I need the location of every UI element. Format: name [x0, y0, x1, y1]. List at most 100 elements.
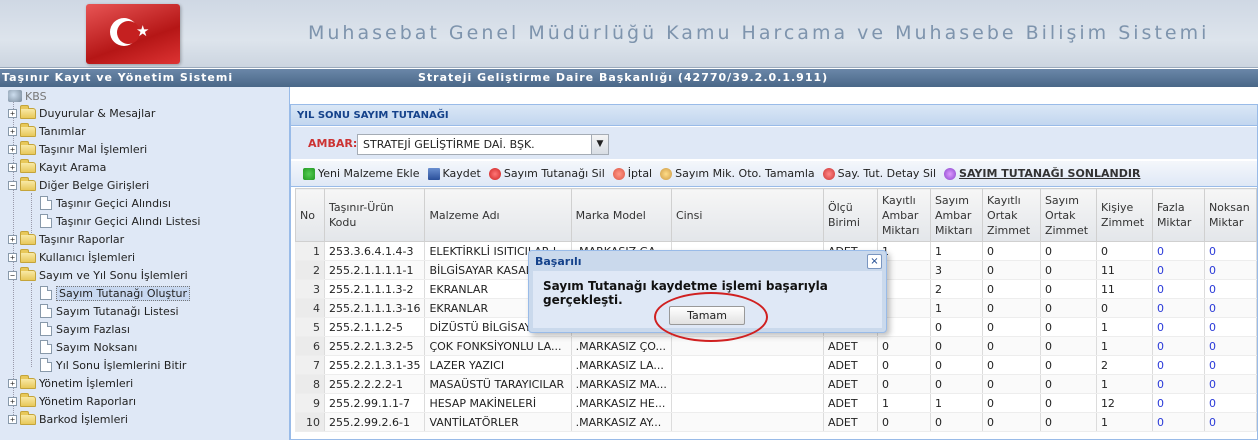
sidebar-item-reports[interactable]: + Taşınır Raporlar [8, 230, 124, 248]
sidebar-item-user-ops[interactable]: + Kullanıcı İşlemleri [8, 248, 135, 266]
table-cell: .MARKASIZ ÇO... [570, 336, 672, 356]
sidebar-item-label: Duyurular & Mesajlar [39, 106, 156, 120]
expand-icon[interactable]: + [8, 144, 17, 154]
sidebar-item-label: Kullanıcı İşlemleri [39, 250, 136, 264]
sidebar-item-movable-goods[interactable]: + Taşınır Mal İşlemleri [8, 140, 147, 158]
folder-open-icon [20, 176, 36, 191]
app-banner: ★ Muhasebat Genel Müdürlüğü Kamu Harcama… [0, 0, 1258, 68]
system-name: Taşınır Kayıt ve Yönetim Sistemi [2, 71, 234, 84]
column-header[interactable]: Taşınır-Ürün Kodu [323, 188, 426, 242]
top-info-bar: Taşınır Kayıt ve Yönetim Sistemi Stratej… [0, 69, 1258, 87]
sidebar-item-finish-yearend[interactable]: Yıl Sonu İşlemlerini Bitir [40, 356, 186, 374]
expand-icon[interactable]: + [8, 414, 17, 424]
expand-icon[interactable]: + [8, 126, 17, 136]
table-cell: 0 [1151, 317, 1205, 337]
document-icon [40, 196, 52, 210]
save-button[interactable]: Kaydet [427, 167, 481, 180]
table-cell: 0 [876, 336, 931, 356]
table-row[interactable]: 7 255.2.2.1.3.1-35 LAZER YAZICI .MARKASIZ L… [295, 355, 1257, 375]
sidebar-item-barcode[interactable]: + Barkod İşlemleri [8, 410, 128, 428]
sidebar-item-definitions[interactable]: + Tanımlar [8, 122, 86, 140]
sidebar-item-count-shortage[interactable]: Sayım Noksanı [40, 338, 137, 356]
column-header[interactable]: Sayım Ambar Miktarı [929, 188, 983, 242]
sidebar-item-other-documents[interactable]: − Diğer Belge Girişleri [8, 176, 149, 194]
column-header[interactable]: Cinsi [670, 188, 824, 242]
table-cell: 0 [1039, 260, 1097, 280]
table-cell: 0 [981, 317, 1041, 337]
table-cell: 6 [295, 336, 325, 356]
close-icon[interactable]: × [867, 254, 882, 269]
table-cell: 7 [295, 355, 325, 375]
column-header[interactable]: Kayıtlı Ambar Miktarı [876, 188, 931, 242]
column-header[interactable]: Fazla Miktar [1151, 188, 1205, 242]
banner-title: Muhasebat Genel Müdürlüğü Kamu Harcama v… [308, 22, 1210, 44]
table-cell: 0 [981, 241, 1041, 261]
table-cell: VANTİLATÖRLER [424, 412, 572, 432]
sidebar-item-announcements[interactable]: + Duyurular & Mesajlar [8, 104, 155, 122]
table-row[interactable]: 9 255.2.99.1.1-7 HESAP MAKİNELERİ .MARKASIZ… [295, 393, 1257, 413]
sidebar-item-record-search[interactable]: + Kayıt Arama [8, 158, 106, 176]
cancel-button[interactable]: İptal [612, 167, 652, 180]
sidebar-item-label: Sayım Tutanağı Listesi [56, 304, 179, 318]
table-cell: 0 [876, 374, 931, 394]
table-cell: 0 [981, 336, 1041, 356]
table-cell: 255.2.2.1.3.2-5 [323, 336, 426, 356]
table-cell: 1 [1095, 374, 1153, 394]
sidebar-item-count-yearend[interactable]: − Sayım ve Yıl Sonu İşlemleri [8, 266, 188, 284]
expand-icon[interactable]: + [8, 396, 17, 406]
column-header[interactable]: No [295, 188, 325, 242]
table-cell: 0 [929, 336, 983, 356]
sidebar-item-create-count-report[interactable]: Sayım Tutanağı Oluştur [40, 284, 191, 302]
finish-report-button[interactable]: SAYIM TUTANAĞI SONLANDIR [944, 167, 1140, 180]
chevron-down-icon[interactable]: ▼ [591, 135, 608, 154]
delete-report-button[interactable]: Sayım Tutanağı Sil [488, 167, 605, 180]
sidebar-item-management-ops[interactable]: + Yönetim İşlemleri [8, 374, 133, 392]
sidebar-item-label: Taşınır Raporlar [39, 232, 125, 246]
sidebar-item-temp-receipt-list[interactable]: Taşınır Geçici Alındı Listesi [40, 212, 200, 230]
expand-icon[interactable]: + [8, 108, 17, 118]
table-cell: 0 [1039, 241, 1097, 261]
table-cell: 0 [1203, 298, 1257, 318]
table-cell: 0 [1095, 298, 1153, 318]
table-row[interactable]: 6 255.2.2.1.3.2-5 ÇOK FONKSİYONLU LA... .MA… [295, 336, 1257, 356]
column-header[interactable]: Noksan Miktar [1203, 188, 1257, 242]
table-cell: 1 [1095, 317, 1153, 337]
sidebar-item-label: Yönetim İşlemleri [39, 376, 134, 390]
warehouse-select[interactable]: STRATEJİ GELİŞTİRME DAİ. BŞK. ▼ [357, 134, 609, 155]
table-cell: HESAP MAKİNELERİ [424, 393, 572, 413]
column-header[interactable]: Kayıtlı Ortak Zimmet [981, 188, 1041, 242]
collapse-icon[interactable]: − [8, 180, 17, 190]
delete-detail-button[interactable]: Say. Tut. Detay Sil [822, 167, 936, 180]
column-header[interactable]: Marka Model [570, 188, 672, 242]
table-cell: 0 [1095, 241, 1153, 261]
table-row[interactable]: 10 255.2.99.2.6-1 VANTİLATÖRLER .MARKASIZ A… [295, 412, 1257, 432]
sidebar-item-management-reports[interactable]: + Yönetim Raporları [8, 392, 136, 410]
tree-root-label: KBS [25, 89, 47, 103]
expand-icon[interactable]: + [8, 378, 17, 388]
table-cell: 0 [1151, 279, 1205, 299]
table-row[interactable]: 8 255.2.2.2.2-1 MASAÜSTÜ TARAYICILAR .MARKA… [295, 374, 1257, 394]
column-header[interactable]: Malzeme Adı [424, 188, 572, 242]
tree-root-kbs[interactable]: KBS [8, 87, 47, 105]
sidebar-item-count-report-list[interactable]: Sayım Tutanağı Listesi [40, 302, 179, 320]
table-cell: 11 [1095, 279, 1153, 299]
column-header[interactable]: Sayım Ortak Zimmet [1039, 188, 1097, 242]
expand-icon[interactable]: + [8, 234, 17, 244]
table-cell: ADET [822, 393, 878, 413]
table-cell: 0 [1203, 355, 1257, 375]
collapse-icon[interactable]: − [8, 270, 17, 280]
table-cell: 0 [1203, 374, 1257, 394]
column-header[interactable]: Ölçü Birimi [822, 188, 878, 242]
auto-complete-button[interactable]: Sayım Mik. Oto. Tamamla [660, 167, 815, 180]
column-header[interactable]: Kişiye Zimmet [1095, 188, 1153, 242]
expand-icon[interactable]: + [8, 252, 17, 262]
table-cell: 0 [981, 279, 1041, 299]
folder-icon [20, 230, 36, 245]
folder-open-icon [20, 266, 36, 281]
sidebar-item-label: Taşınır Geçici Alındı Listesi [56, 214, 201, 228]
add-item-button[interactable]: Yeni Malzeme Ekle [303, 167, 420, 180]
expand-icon[interactable]: + [8, 162, 17, 172]
table-cell: 0 [929, 355, 983, 375]
sidebar-item-temp-receipt[interactable]: Taşınır Geçici Alındısı [40, 194, 171, 212]
sidebar-item-count-surplus[interactable]: Sayım Fazlası [40, 320, 130, 338]
